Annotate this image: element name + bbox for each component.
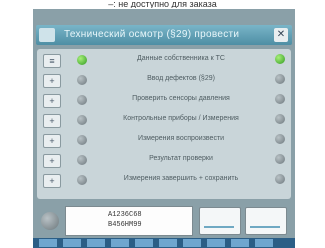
- status-pending-icon: [275, 94, 285, 104]
- status-pending-icon: [275, 74, 285, 84]
- status-pending-icon: [77, 115, 87, 125]
- row-add-button[interactable]: +: [43, 174, 61, 188]
- row-add-button[interactable]: +: [43, 74, 61, 88]
- app-icon: [39, 28, 55, 42]
- vehicle-id-line-1: A1236C68: [108, 211, 142, 219]
- taskbar-item[interactable]: [231, 239, 249, 247]
- vehicle-id-box: A1236C68 B456HM99: [65, 206, 193, 236]
- step-label: Измерения воспроизвести: [137, 135, 225, 142]
- step-row[interactable]: + Контрольные приборы / Измерения: [37, 113, 291, 128]
- step-label: Результат проверки: [149, 155, 213, 162]
- row-add-button[interactable]: +: [43, 134, 61, 148]
- window-title: Технический осмотр (§29) провести: [64, 29, 240, 40]
- step-row[interactable]: + Измерения завершить + сохранить: [37, 173, 291, 188]
- gauge-widget[interactable]: [245, 207, 287, 235]
- status-pending-icon: [275, 174, 285, 184]
- title-bar: Технический осмотр (§29) провести ✕: [36, 25, 292, 45]
- gauge-widget[interactable]: [199, 207, 241, 235]
- steps-panel: ≡ Данные собственника к ТС + Ввод дефект…: [37, 49, 291, 199]
- vehicle-icon: [41, 212, 59, 230]
- taskbar-item[interactable]: [39, 239, 57, 247]
- step-row[interactable]: ≡ Данные собственника к ТС: [37, 53, 291, 68]
- caption: –: не доступно для заказа: [108, 0, 217, 8]
- taskbar-item[interactable]: [87, 239, 105, 247]
- step-label: Данные собственника к ТС: [137, 55, 225, 62]
- step-row[interactable]: + Ввод дефектов (§29): [37, 73, 291, 88]
- step-row[interactable]: + Результат проверки: [37, 153, 291, 168]
- row-add-button[interactable]: +: [43, 114, 61, 128]
- app-screen: Технический осмотр (§29) провести ✕ ≡ Да…: [33, 9, 295, 248]
- status-ok-icon: [77, 55, 87, 65]
- gauge-needle: [250, 226, 280, 228]
- status-ok-icon: [275, 54, 285, 64]
- step-label: Проверить сенсоры давления: [132, 95, 230, 102]
- vehicle-id-line-2: B456HM99: [108, 221, 142, 229]
- status-pending-icon: [275, 154, 285, 164]
- taskbar-item[interactable]: [207, 239, 225, 247]
- status-pending-icon: [275, 114, 285, 124]
- status-pending-icon: [77, 135, 87, 145]
- taskbar-item[interactable]: [255, 239, 273, 247]
- taskbar-item[interactable]: [159, 239, 177, 247]
- step-label: Ввод дефектов (§29): [147, 75, 215, 82]
- status-pending-icon: [77, 75, 87, 85]
- close-button[interactable]: ✕: [274, 28, 288, 42]
- taskbar-item[interactable]: [111, 239, 129, 247]
- step-label: Измерения завершить + сохранить: [123, 175, 239, 182]
- status-pending-icon: [77, 95, 87, 105]
- step-row[interactable]: + Проверить сенсоры давления: [37, 93, 291, 108]
- taskbar-item[interactable]: [63, 239, 81, 247]
- step-label: Контрольные приборы / Измерения: [123, 115, 239, 122]
- gauge-needle: [204, 226, 234, 228]
- taskbar: [33, 238, 295, 248]
- status-pending-icon: [77, 175, 87, 185]
- row-add-button[interactable]: +: [43, 154, 61, 168]
- taskbar-item[interactable]: [135, 239, 153, 247]
- status-pending-icon: [77, 155, 87, 165]
- vehicle-bar: A1236C68 B456HM99: [37, 203, 291, 237]
- row-menu-button[interactable]: ≡: [43, 54, 61, 68]
- step-row[interactable]: + Измерения воспроизвести: [37, 133, 291, 148]
- row-add-button[interactable]: +: [43, 94, 61, 108]
- taskbar-item[interactable]: [183, 239, 201, 247]
- status-pending-icon: [275, 134, 285, 144]
